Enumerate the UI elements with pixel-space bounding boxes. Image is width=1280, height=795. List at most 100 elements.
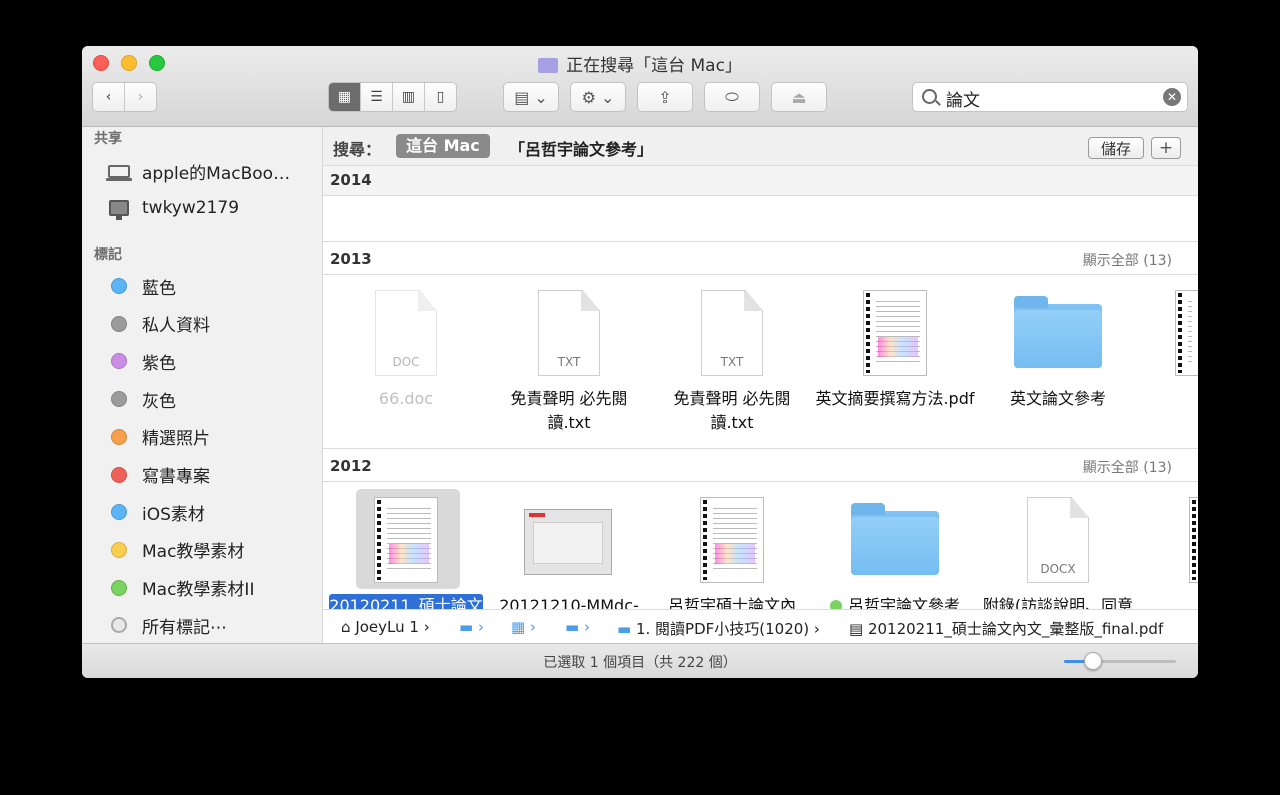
path-folder-current[interactable]: ▬ 1. 閱讀PDF小技巧(1020) › (617, 618, 820, 639)
pdf-file-icon: ▤ (849, 620, 864, 638)
arrange-icon: ▤ ⌄ (514, 87, 548, 107)
list-icon: ☰ (370, 89, 383, 105)
document-icon: DOC (375, 290, 437, 376)
scope-folder-button[interactable]: 「呂哲宇論文參考」 (509, 136, 653, 160)
document-icon: TXT (538, 290, 600, 376)
add-criteria-button[interactable]: + (1151, 137, 1181, 159)
tag-color-icon (108, 352, 130, 370)
sidebar-tags-header: 標記 (94, 247, 122, 263)
gallery-view-button[interactable]: ▯ (425, 83, 456, 111)
forward-button[interactable]: › (125, 83, 156, 111)
status-text: 已選取 1 個項目（共 222 個） (543, 655, 737, 671)
clear-search-icon[interactable]: ✕ (1163, 88, 1181, 106)
group-header-2014: 2014 (323, 165, 1198, 196)
folder-icon: ▬ (565, 618, 580, 636)
sidebar-item-macbook[interactable]: apple的MacBoo… (106, 156, 290, 186)
file-name: 英文摘要撰寫方法.pdf (815, 389, 975, 408)
tag-color-icon (108, 579, 130, 597)
home-icon: ⌂ (341, 618, 351, 636)
toolbar: 正在搜尋「這台 Mac」 ‹ › ▦ ☰ ▥ ▯ ▤ ⌄ ⚙ ⌄ ⇪ ⬭ ⏏ 論… (82, 46, 1198, 127)
pdf-thumbnail-icon (1175, 290, 1198, 376)
sidebar: 共享 apple的MacBoo… twkyw2179 標記 藍色私人資料紫色灰色… (82, 127, 323, 643)
group-header-2013: 2013 顯示全部 (13) (323, 241, 1198, 275)
sidebar-item-tag[interactable]: 所有標記⋯ (108, 610, 227, 640)
icon-view-button[interactable]: ▦ (329, 83, 361, 111)
eject-icon: ⏏ (791, 87, 807, 107)
search-field[interactable]: 論文 ✕ (912, 82, 1188, 112)
grid-icon: ▦ (337, 89, 352, 105)
finder-window: 正在搜尋「這台 Mac」 ‹ › ▦ ☰ ▥ ▯ ▤ ⌄ ⚙ ⌄ ⇪ ⬭ ⏏ 論… (82, 46, 1198, 678)
folder-icon: ▬ (617, 620, 632, 638)
pdf-thumbnail-icon (700, 497, 764, 583)
share-button[interactable]: ⇪ (637, 82, 693, 112)
tags-button[interactable]: ⬭ (704, 82, 760, 112)
status-bar: 已選取 1 個項目（共 222 個） (82, 643, 1198, 678)
pdf-thumbnail-icon (374, 497, 438, 583)
sidebar-shared-header: 共享 (94, 131, 122, 147)
window-title: 正在搜尋「這台 Mac」 (82, 51, 1198, 76)
group-header-2012: 2012 顯示全部 (13) (323, 448, 1198, 482)
sidebar-item-tag[interactable]: 紫色 (108, 346, 176, 376)
sidebar-item-tag[interactable]: Mac教學素材 (108, 535, 244, 565)
sidebar-item-tag[interactable]: 私人資料 (108, 309, 210, 339)
tag-color-icon (108, 315, 130, 333)
search-scope-label: 搜尋： (333, 140, 382, 159)
sidebar-item-tag[interactable]: 精選照片 (108, 422, 210, 452)
pdf-thumbnail-icon (863, 290, 927, 376)
show-all-2012-link[interactable]: 顯示全部 (13) (1083, 457, 1172, 477)
sidebar-item-tag[interactable]: Mac教學素材II (108, 573, 254, 603)
pdf-thumbnail-icon (1189, 497, 1198, 583)
tag-color-icon (108, 390, 130, 408)
search-input[interactable]: 論文 (946, 86, 980, 111)
file-name: 英文論文參考 (1009, 389, 1106, 408)
sidebar-item-tag[interactable]: 灰色 (108, 384, 176, 414)
back-button[interactable]: ‹ (93, 83, 125, 111)
chevron-left-icon: ‹ (105, 89, 112, 105)
path-file[interactable]: ▤ 20120211_碩士論文內文_彙整版_final.pdf (849, 618, 1163, 639)
results-pane: 搜尋： 這台 Mac 「呂哲宇論文參考」 儲存 + 2014 2013 顯示全部… (323, 127, 1198, 644)
eject-button[interactable]: ⏏ (771, 82, 827, 112)
search-icon (922, 89, 937, 104)
gear-icon: ⚙ ⌄ (581, 87, 615, 107)
save-search-button[interactable]: 儲存 (1088, 137, 1144, 159)
list-view-button[interactable]: ☰ (361, 83, 393, 111)
folder-icon (851, 503, 939, 575)
tag-color-icon (108, 616, 130, 634)
tag-color-icon (108, 541, 130, 559)
chevron-right-icon: › (137, 89, 144, 105)
nav-buttons: ‹ › (92, 82, 157, 112)
scope-this-mac-button[interactable]: 這台 Mac (396, 134, 490, 158)
path-home[interactable]: ⌂ JoeyLu 1 › (341, 618, 430, 636)
sidebar-item-tag[interactable]: 寫書專案 (108, 460, 210, 490)
monitor-icon (108, 199, 130, 220)
document-icon: TXT (701, 290, 763, 376)
show-all-2013-link[interactable]: 顯示全部 (13) (1083, 250, 1172, 270)
gallery-icon: ▯ (436, 89, 445, 105)
search-scope-bar: 搜尋： 這台 Mac 「呂哲宇論文參考」 儲存 + (323, 127, 1198, 166)
tag-color-icon (108, 277, 130, 295)
sidebar-item-twkyw2179[interactable]: twkyw2179 (108, 193, 239, 223)
folder-icon (1014, 296, 1102, 368)
path-bar: ⌂ JoeyLu 1 › ▬ › ▦ › ▬ › ▬ 1. 閱讀PDF小技巧(1… (323, 609, 1198, 644)
sidebar-item-tag[interactable]: 藍色 (108, 271, 176, 301)
folder-icon: ▦ (511, 618, 526, 636)
presentation-thumbnail-icon (524, 509, 612, 575)
share-icon: ⇪ (658, 87, 672, 107)
tag-color-icon (108, 466, 130, 484)
document-icon: DOCX (1027, 497, 1089, 583)
path-folder-3[interactable]: ▬ › (565, 618, 590, 636)
columns-icon: ▥ (401, 89, 416, 105)
path-folder-2[interactable]: ▦ › (511, 618, 536, 636)
column-view-button[interactable]: ▥ (393, 83, 425, 111)
view-mode-segment: ▦ ☰ ▥ ▯ (328, 82, 457, 112)
folder-icon: ▬ (459, 618, 474, 636)
sidebar-item-tag[interactable]: iOS素材 (108, 497, 205, 527)
file-name: 免責聲明 必先閱讀.txt (510, 389, 628, 432)
action-button[interactable]: ⚙ ⌄ (570, 82, 626, 112)
icon-size-slider-knob[interactable] (1084, 652, 1102, 670)
tag-color-icon (108, 503, 130, 521)
path-folder-1[interactable]: ▬ › (459, 618, 484, 636)
group-by-button[interactable]: ▤ ⌄ (503, 82, 559, 112)
tag-color-icon (108, 428, 130, 446)
smart-folder-icon (538, 58, 559, 73)
